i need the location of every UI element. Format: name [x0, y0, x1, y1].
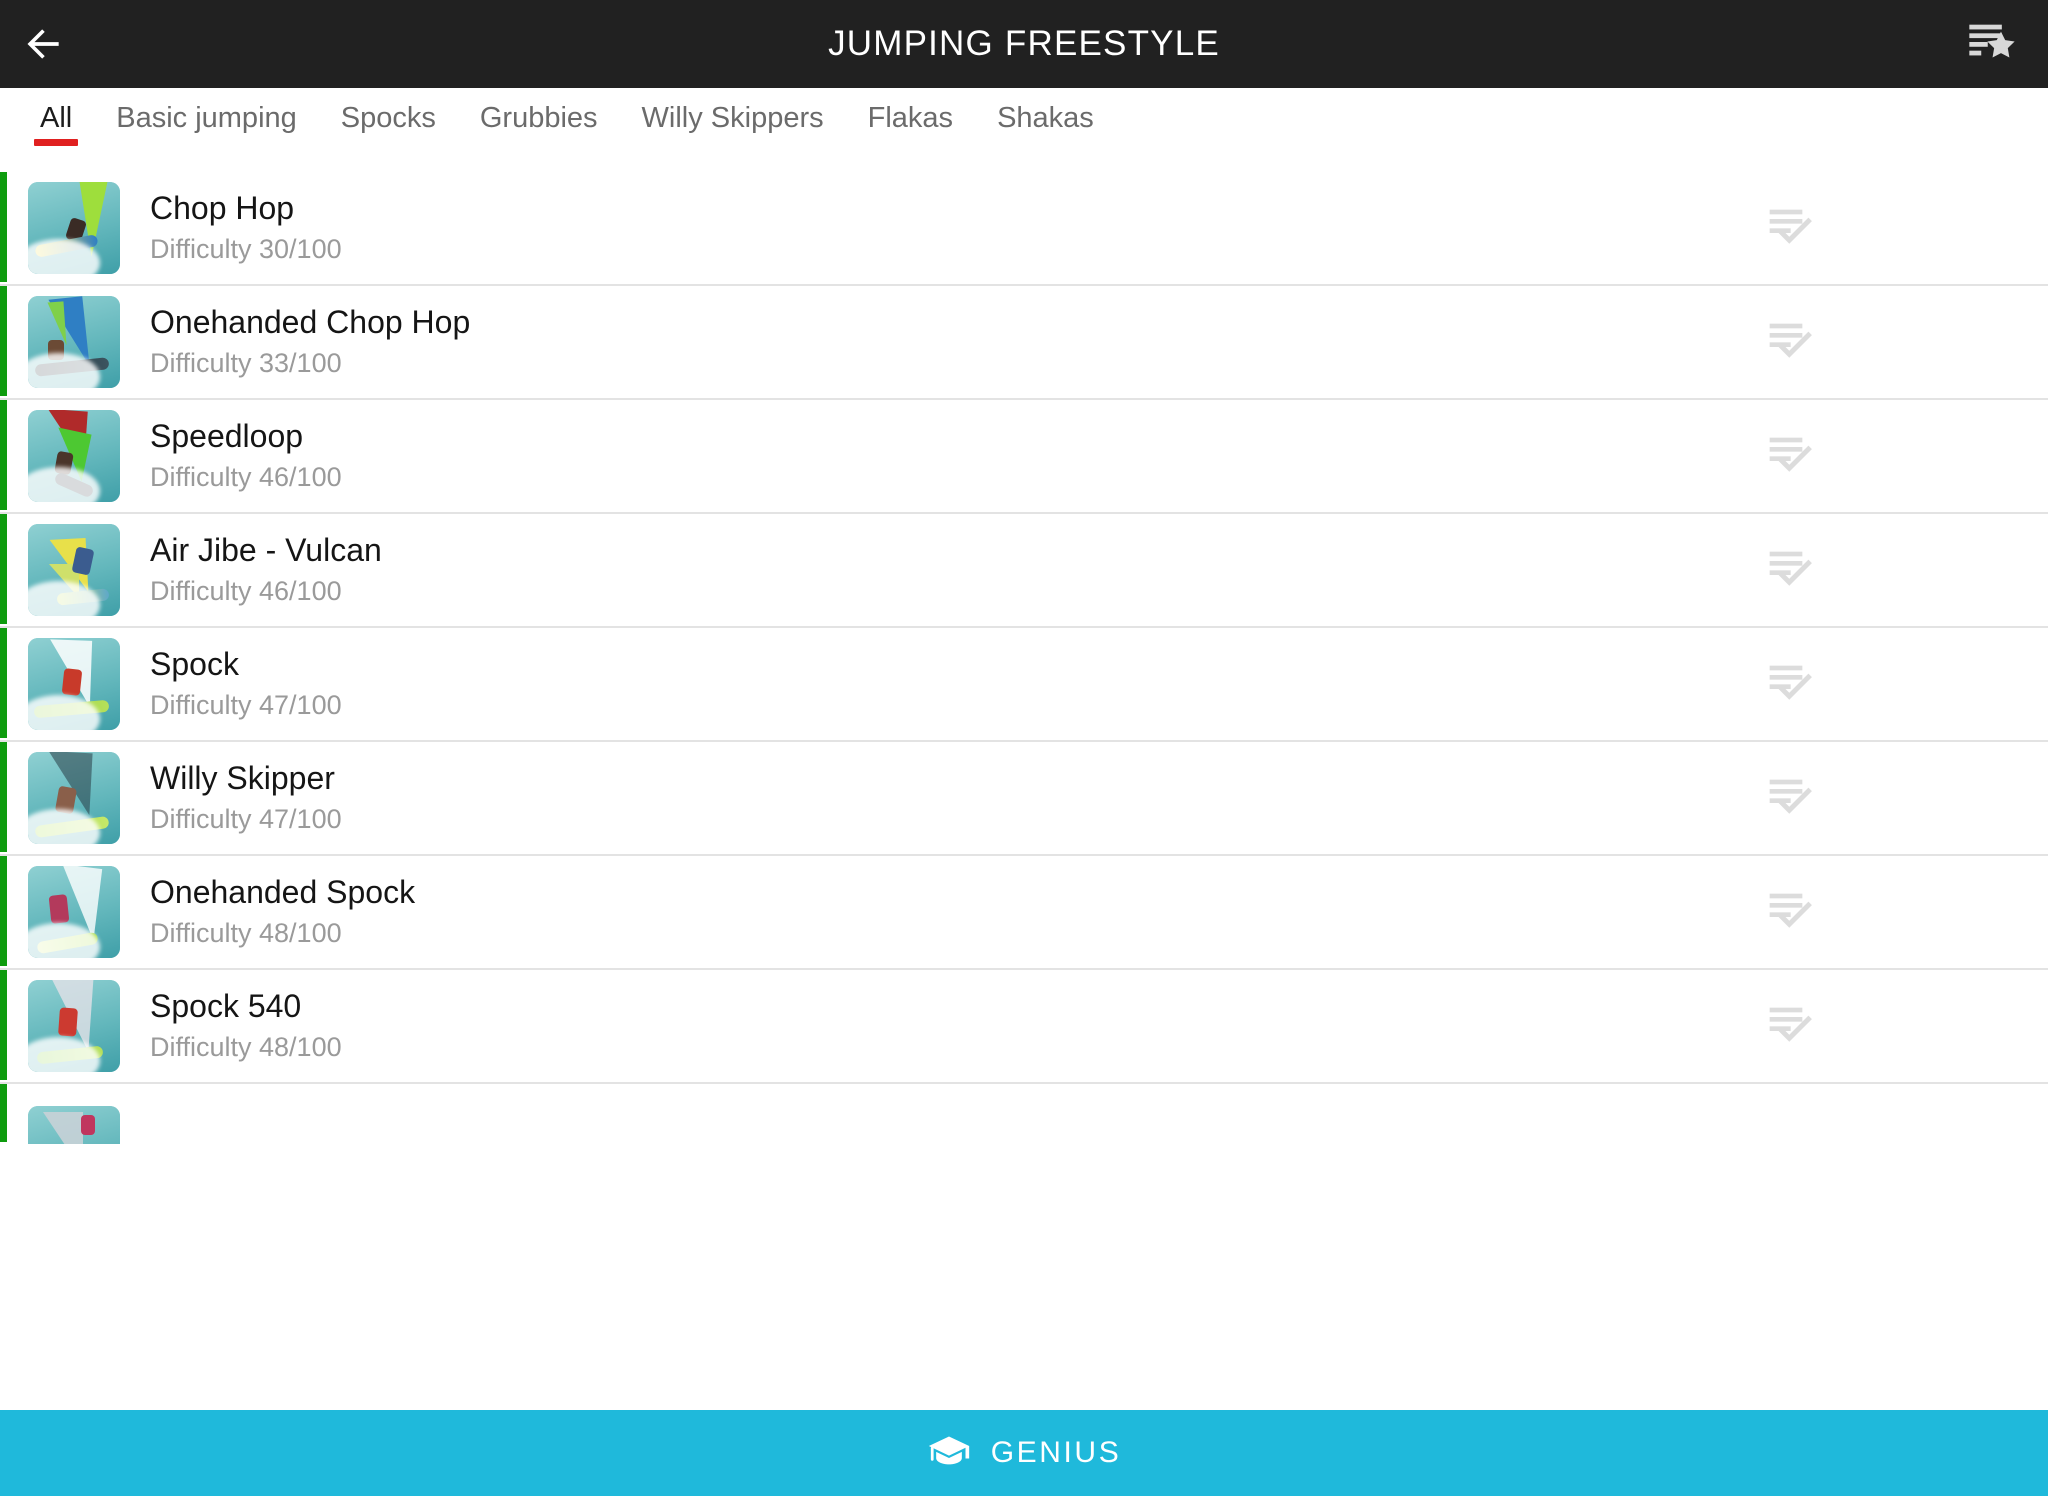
tab-label: All — [40, 102, 73, 134]
learned-status-indicator — [0, 1084, 7, 1142]
page-title: JUMPING FREESTYLE — [828, 24, 1220, 63]
category-tabbar: All Basic jumping Spocks Grubbies Willy … — [0, 88, 2048, 172]
playlist-star-icon — [1965, 16, 2017, 73]
tab-spocks[interactable]: Spocks — [319, 88, 458, 172]
trick-thumbnail — [28, 638, 120, 730]
trick-difficulty: Difficulty 30/100 — [150, 233, 342, 264]
trick-list-item[interactable] — [0, 1084, 2048, 1144]
learned-status-indicator — [0, 970, 7, 1080]
trick-list-item[interactable]: Willy Skipper Difficulty 47/100 — [0, 742, 2048, 856]
trick-difficulty: Difficulty 47/100 — [150, 803, 342, 834]
tab-willy-skippers[interactable]: Willy Skippers — [620, 88, 846, 172]
trick-thumbnail — [28, 410, 120, 502]
genius-button[interactable]: GENIUS — [0, 1410, 2048, 1496]
add-to-playlist-button[interactable] — [1718, 882, 1868, 943]
playlist-add-check-icon — [1765, 198, 1821, 259]
playlist-add-check-icon — [1765, 654, 1821, 715]
trick-thumbnail — [28, 866, 120, 958]
add-to-playlist-button[interactable] — [1718, 312, 1868, 373]
tab-shakas[interactable]: Shakas — [975, 88, 1116, 172]
tab-active-indicator — [34, 139, 79, 146]
learned-status-indicator — [0, 172, 7, 282]
playlist-add-check-icon — [1765, 540, 1821, 601]
add-to-playlist-button[interactable] — [1718, 426, 1868, 487]
genius-label: GENIUS — [990, 1436, 1122, 1469]
add-to-playlist-button[interactable] — [1718, 540, 1868, 601]
tab-label: Basic jumping — [116, 102, 297, 134]
tab-basic-jumping[interactable]: Basic jumping — [94, 88, 319, 172]
learned-status-indicator — [0, 286, 7, 396]
trick-list[interactable]: Chop Hop Difficulty 30/100 Onehanded Cho… — [0, 172, 2048, 1410]
tab-label: Shakas — [997, 102, 1094, 134]
tab-grubbies[interactable]: Grubbies — [458, 88, 620, 172]
trick-text-block: Spock Difficulty 47/100 — [150, 645, 1718, 723]
learned-status-indicator — [0, 514, 7, 624]
learned-status-indicator — [0, 856, 7, 966]
trick-title: Chop Hop — [150, 189, 295, 226]
trick-thumbnail — [28, 182, 120, 274]
trick-list-item[interactable]: Onehanded Chop Hop Difficulty 33/100 — [0, 286, 2048, 400]
trick-text-block: Chop Hop Difficulty 30/100 — [150, 189, 1718, 267]
trick-thumbnail — [28, 296, 120, 388]
learned-status-indicator — [0, 400, 7, 510]
trick-difficulty: Difficulty 47/100 — [150, 689, 342, 720]
tab-flakas[interactable]: Flakas — [846, 88, 975, 172]
app-header: JUMPING FREESTYLE — [0, 0, 2048, 88]
tab-all[interactable]: All — [18, 88, 94, 172]
trick-list-item[interactable]: Air Jibe - Vulcan Difficulty 46/100 — [0, 514, 2048, 628]
trick-difficulty: Difficulty 48/100 — [150, 1031, 342, 1062]
trick-title: Spock — [150, 645, 239, 682]
trick-difficulty: Difficulty 48/100 — [150, 917, 342, 948]
arrow-left-icon — [22, 22, 66, 66]
app-root: JUMPING FREESTYLE All Basic jumping Spoc… — [0, 0, 2048, 1496]
trick-title: Willy Skipper — [150, 759, 335, 796]
add-to-playlist-button[interactable] — [1718, 654, 1868, 715]
playlist-add-check-icon — [1765, 426, 1821, 487]
tab-label: Grubbies — [479, 102, 598, 134]
playlist-add-check-icon — [1765, 312, 1821, 373]
trick-text-block: Speedloop Difficulty 46/100 — [150, 417, 1718, 495]
learned-status-indicator — [0, 742, 7, 852]
trick-title: Speedloop — [150, 417, 304, 454]
trick-text-block: Spock 540 Difficulty 48/100 — [150, 987, 1718, 1065]
trick-text-block: Air Jibe - Vulcan Difficulty 46/100 — [150, 531, 1718, 609]
trick-list-item[interactable]: Spock 540 Difficulty 48/100 — [0, 970, 2048, 1084]
trick-text-block: Onehanded Chop Hop Difficulty 33/100 — [150, 303, 1718, 381]
back-button[interactable] — [0, 0, 88, 88]
trick-title: Onehanded Chop Hop — [150, 303, 471, 340]
trick-title: Air Jibe - Vulcan — [150, 531, 382, 568]
playlist-add-check-icon — [1765, 996, 1821, 1057]
trick-list-item[interactable]: Onehanded Spock Difficulty 48/100 — [0, 856, 2048, 970]
add-to-playlist-button[interactable] — [1718, 996, 1868, 1057]
trick-thumbnail — [28, 980, 120, 1072]
playlist-add-check-icon — [1765, 882, 1821, 943]
graduation-cap-icon — [927, 1431, 971, 1475]
learned-status-indicator — [0, 628, 7, 738]
trick-difficulty: Difficulty 46/100 — [150, 575, 342, 606]
add-to-playlist-button[interactable] — [1718, 198, 1868, 259]
trick-difficulty: Difficulty 46/100 — [150, 461, 342, 492]
trick-thumbnail — [28, 752, 120, 844]
add-to-playlist-button[interactable] — [1718, 768, 1868, 829]
playlist-star-button[interactable] — [1948, 0, 2034, 88]
trick-title: Onehanded Spock — [150, 873, 416, 910]
tab-label: Flakas — [867, 102, 954, 134]
trick-title: Spock 540 — [150, 987, 302, 1024]
trick-list-item[interactable]: Speedloop Difficulty 46/100 — [0, 400, 2048, 514]
trick-thumbnail — [28, 1106, 120, 1144]
trick-list-item[interactable]: Spock Difficulty 47/100 — [0, 628, 2048, 742]
trick-text-block: Onehanded Spock Difficulty 48/100 — [150, 873, 1718, 951]
trick-difficulty: Difficulty 33/100 — [150, 347, 342, 378]
trick-list-item[interactable]: Chop Hop Difficulty 30/100 — [0, 172, 2048, 286]
playlist-add-check-icon — [1765, 768, 1821, 829]
tab-label: Willy Skippers — [641, 102, 824, 134]
trick-thumbnail — [28, 524, 120, 616]
trick-text-block: Willy Skipper Difficulty 47/100 — [150, 759, 1718, 837]
tab-label: Spocks — [340, 102, 436, 134]
